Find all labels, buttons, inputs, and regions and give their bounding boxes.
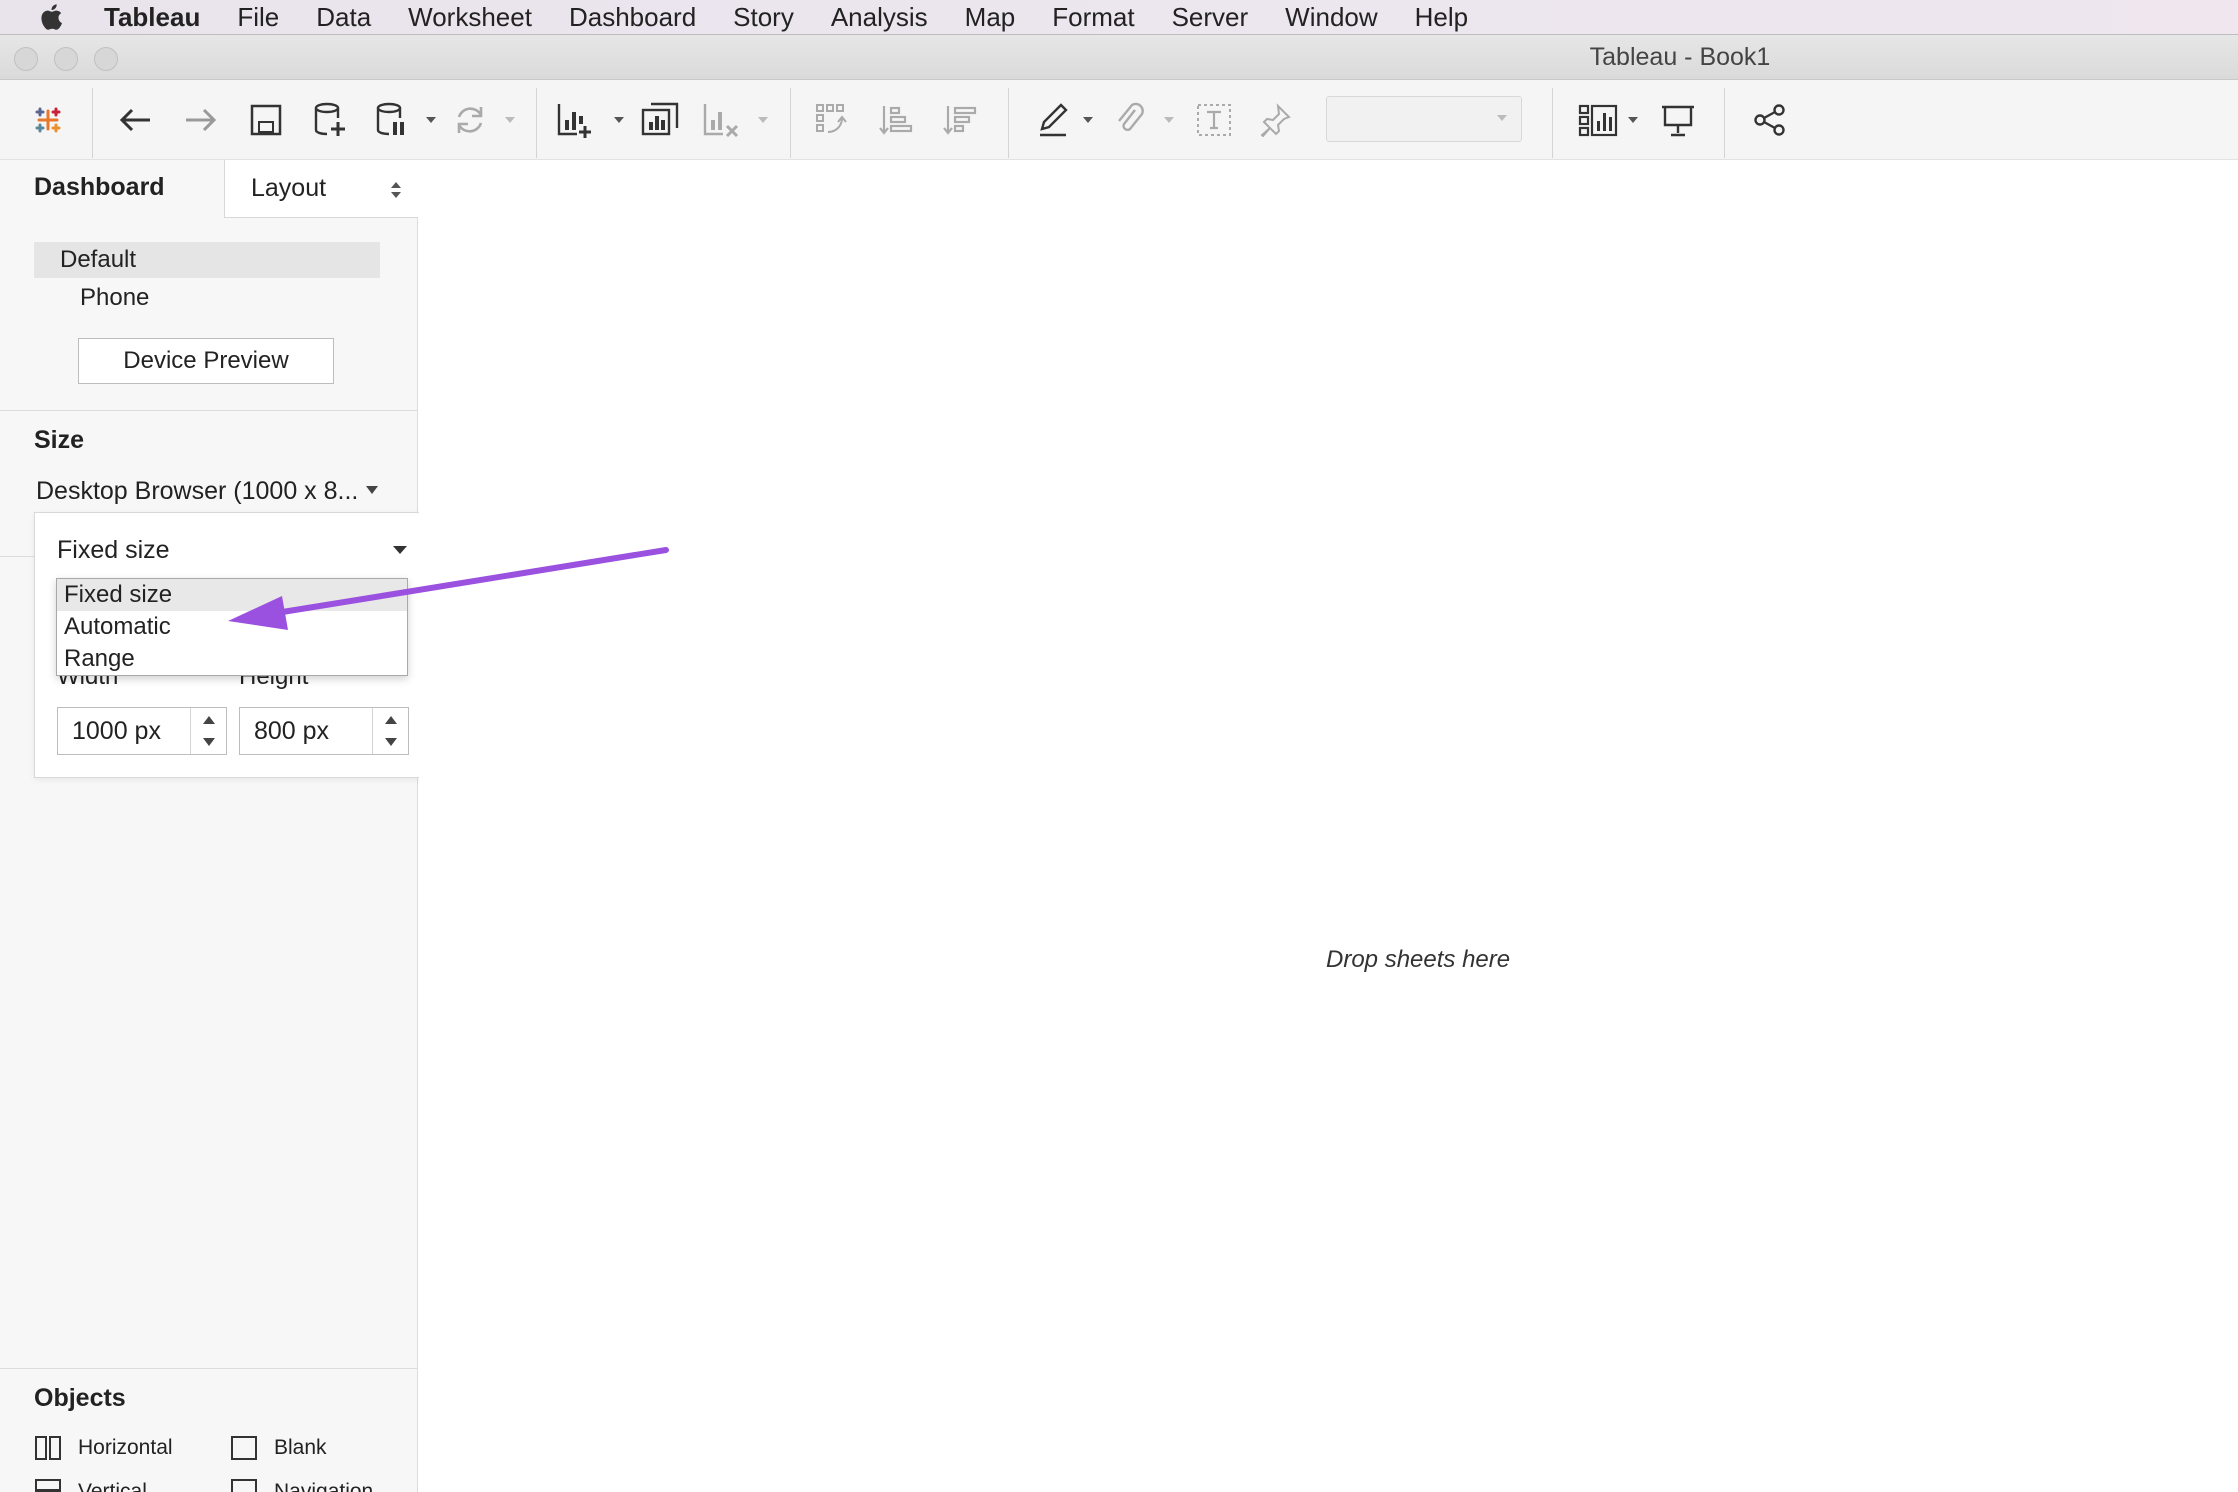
show-cards-icon[interactable] [1576, 100, 1620, 140]
chevron-down-icon [393, 546, 407, 554]
menu-server[interactable]: Server [1172, 2, 1249, 32]
window-title-bar: Tableau - Book1 [0, 34, 2238, 80]
fit-selector[interactable] [1326, 96, 1522, 142]
menu-analysis[interactable]: Analysis [831, 2, 928, 32]
tab-layout-label: Layout [251, 174, 327, 202]
divider [0, 410, 418, 411]
device-default[interactable]: Default [34, 242, 380, 278]
fix-axes-icon[interactable] [1256, 100, 1296, 140]
tableau-logo-icon[interactable] [28, 100, 68, 140]
group-icon[interactable] [1110, 100, 1150, 140]
object-horizontal[interactable]: Horizontal [34, 1434, 173, 1462]
up-down-arrows-icon [391, 182, 401, 198]
zoom-window-button[interactable] [94, 47, 118, 71]
undo-icon[interactable] [116, 100, 156, 140]
menu-story[interactable]: Story [733, 2, 794, 32]
height-stepper[interactable]: 800 px [239, 707, 409, 755]
option-fixed-size[interactable]: Fixed size [57, 579, 407, 611]
new-worksheet-icon[interactable] [556, 100, 596, 140]
menu-file[interactable]: File [237, 2, 279, 32]
menu-window[interactable]: Window [1285, 2, 1377, 32]
dashboard-canvas[interactable]: Drop sheets here [419, 160, 2238, 1492]
macos-menu-bar: Tableau File Data Worksheet Dashboard St… [0, 0, 2238, 34]
save-icon[interactable] [246, 100, 286, 140]
chevron-down-icon[interactable] [366, 486, 378, 494]
new-dashboard-icon[interactable] [640, 100, 680, 140]
divider [0, 1368, 418, 1369]
object-vertical-label: Vertical [78, 1480, 147, 1492]
menu-dashboard[interactable]: Dashboard [569, 2, 696, 32]
tab-dashboard[interactable]: Dashboard [0, 160, 225, 216]
object-blank[interactable]: Blank [230, 1434, 327, 1462]
menu-map[interactable]: Map [965, 2, 1016, 32]
drop-sheets-hint: Drop sheets here [1326, 946, 1511, 973]
decrement-width-button[interactable] [203, 738, 215, 746]
navigation-object-icon [231, 1479, 257, 1492]
object-vertical[interactable]: Vertical [34, 1478, 147, 1492]
labels-icon[interactable] [1194, 100, 1234, 140]
window-title: Tableau - Book1 [1589, 43, 1771, 71]
swap-icon[interactable] [812, 100, 852, 140]
size-heading: Size [34, 426, 85, 454]
object-blank-label: Blank [274, 1436, 327, 1459]
height-value: 800 px [254, 717, 330, 745]
width-stepper[interactable]: 1000 px [57, 707, 227, 755]
redo-icon[interactable] [180, 100, 220, 140]
size-mode-options: Fixed size Automatic Range [56, 578, 408, 676]
sort-ascending-icon[interactable] [876, 100, 916, 140]
option-range[interactable]: Range [57, 643, 407, 675]
sort-descending-icon[interactable] [940, 100, 980, 140]
refresh-icon[interactable] [450, 100, 490, 140]
increment-width-button[interactable] [203, 716, 215, 724]
object-horizontal-label: Horizontal [78, 1436, 173, 1459]
apple-icon[interactable] [38, 2, 68, 32]
objects-heading: Objects [34, 1384, 126, 1412]
option-automatic[interactable]: Automatic [57, 611, 407, 643]
new-data-source-icon[interactable] [310, 100, 350, 140]
tab-layout[interactable]: Layout [224, 160, 418, 218]
clear-sheet-icon[interactable] [702, 100, 742, 140]
presentation-mode-icon[interactable] [1658, 100, 1698, 140]
menu-data[interactable]: Data [316, 2, 371, 32]
size-mode-value: Fixed size [57, 536, 170, 564]
pause-auto-updates-icon[interactable] [372, 100, 412, 140]
minimize-window-button[interactable] [54, 47, 78, 71]
menu-format[interactable]: Format [1052, 2, 1134, 32]
size-preset-dropdown[interactable]: Desktop Browser (1000 x 8... [36, 474, 358, 508]
divider [0, 556, 34, 557]
share-icon[interactable] [1750, 100, 1790, 140]
toolbar [0, 80, 2238, 160]
dashboard-side-panel: Dashboard Layout Default Phone Device Pr… [0, 160, 418, 1492]
menu-help[interactable]: Help [1415, 2, 1468, 32]
device-preview-button[interactable]: Device Preview [78, 338, 334, 384]
close-window-button[interactable] [14, 47, 38, 71]
increment-height-button[interactable] [385, 716, 397, 724]
device-phone[interactable]: Phone [80, 280, 149, 316]
object-navigation-label: Navigation [274, 1480, 374, 1492]
width-value: 1000 px [72, 717, 161, 745]
object-navigation[interactable]: Navigation [230, 1478, 373, 1492]
size-mode-select[interactable]: Fixed size [57, 533, 407, 567]
vertical-container-icon [35, 1479, 61, 1492]
decrement-height-button[interactable] [385, 738, 397, 746]
menu-app-tableau[interactable]: Tableau [104, 2, 200, 32]
menu-worksheet[interactable]: Worksheet [408, 2, 532, 32]
horizontal-container-icon [35, 1436, 61, 1460]
blank-object-icon [231, 1436, 257, 1460]
highlight-icon[interactable] [1034, 100, 1074, 140]
